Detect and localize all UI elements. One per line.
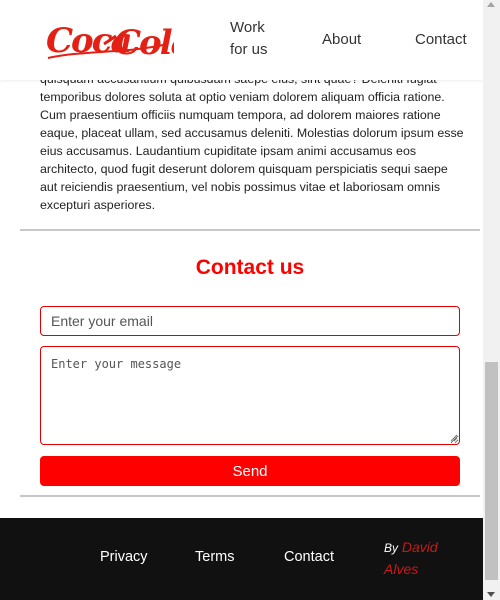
email-field[interactable] [40,306,460,336]
nav-work-for-us[interactable]: Work for us [230,17,280,61]
footer-privacy-link[interactable]: Privacy [100,549,148,565]
section-divider [20,495,480,497]
section-divider [20,229,480,231]
nav-contact[interactable]: Contact [415,29,467,51]
body-paragraph: quisquam accusantium quibusdam saepe eiu… [40,72,464,212]
resize-grip-icon[interactable] [450,434,458,442]
chevron-up-icon[interactable] [487,2,495,7]
author-credit: By David Alves [384,537,454,580]
site-footer: Privacy Terms Contact By David Alves [0,518,483,600]
contact-title: Contact us [195,256,305,279]
page: quisquam accusantium quibusdam saepe eiu… [0,0,483,600]
footer-terms-link[interactable]: Terms [195,549,234,565]
site-header: Coca Cola Work for us About Contact [0,0,483,80]
chevron-down-icon[interactable] [487,592,495,597]
footer-contact-link[interactable]: Contact [284,549,334,565]
coca-cola-logo-icon: Coca Cola [46,21,174,63]
message-field[interactable] [40,346,460,445]
scrollbar-thumb[interactable] [485,362,498,580]
svg-text:Cola: Cola [114,23,174,63]
credit-by-label: By [384,541,399,555]
nav-about[interactable]: About [322,29,361,51]
brand-logo[interactable]: Coca Cola [44,14,174,66]
vertical-scrollbar[interactable] [483,0,500,600]
send-button[interactable]: Send [40,456,460,486]
